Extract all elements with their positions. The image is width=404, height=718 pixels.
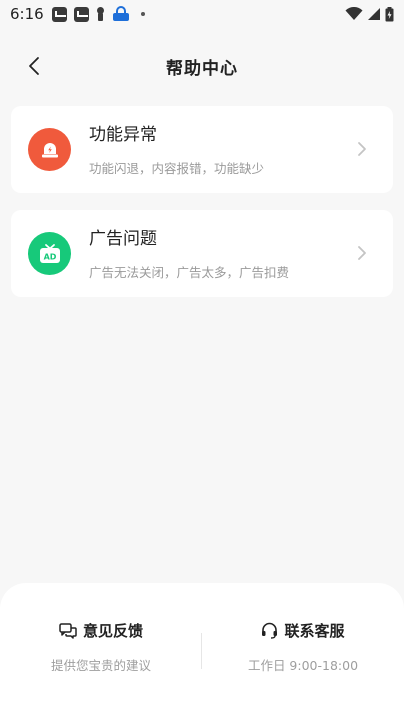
signal-icon — [368, 8, 380, 20]
chevron-right-icon — [358, 246, 366, 260]
feedback-subtitle: 提供您宝贵的建议 — [50, 658, 151, 673]
ad-tv-icon: AD — [39, 243, 60, 263]
card-title: 功能异常 — [89, 125, 157, 145]
page-title: 帮助中心 — [166, 58, 238, 79]
card-ad-issue[interactable]: AD 广告问题 广告无法关闭，广告太多，广告扣费 — [11, 210, 393, 297]
service-title: 联系客服 — [284, 622, 345, 640]
lock-app-icon — [112, 6, 130, 22]
mail-box-icon — [73, 6, 89, 22]
alert-bell-icon — [41, 142, 58, 157]
card-function-issue[interactable]: 功能异常 功能闪退，内容报错，功能缺少 — [11, 106, 393, 193]
header: 帮助中心 — [0, 46, 404, 86]
card-title: 广告问题 — [89, 229, 157, 249]
card-text: 广告问题 广告无法关闭，广告太多，广告扣费 — [89, 226, 289, 281]
card-icon-circle — [28, 128, 71, 171]
card-text: 功能异常 功能闪退，内容报错，功能缺少 — [89, 122, 264, 177]
wifi-icon — [345, 7, 363, 20]
divider — [201, 633, 202, 669]
svg-text:AD: AD — [43, 252, 56, 261]
status-bar: 6:16 — [0, 0, 404, 28]
chat-bubbles-icon — [59, 622, 77, 639]
service-title-row: 联系客服 — [261, 620, 345, 641]
help-center-screen: 6:16 帮助中心 功能异常 功能闪退，内容报错，功能缺少 AD 广告问题 广告… — [0, 0, 404, 718]
bottom-panel: 意见反馈 提供您宝贵的建议 联系客服 工作日 9:00-18:00 — [0, 583, 404, 718]
dot-icon — [140, 12, 145, 16]
feedback-title: 意见反馈 — [82, 622, 143, 640]
card-subtitle: 功能闪退，内容报错，功能缺少 — [89, 161, 265, 176]
system-icons — [345, 6, 394, 22]
headset-icon — [262, 622, 278, 639]
card-icon-circle: AD — [28, 232, 71, 275]
feedback-button[interactable]: 意见反馈 提供您宝贵的建议 — [0, 583, 202, 718]
notification-icons — [51, 6, 145, 22]
person-icon — [96, 7, 105, 21]
chevron-right-icon — [358, 142, 366, 156]
feedback-title-row: 意见反馈 — [59, 620, 143, 641]
chevron-left-icon — [29, 57, 39, 75]
battery-icon — [385, 6, 394, 21]
contact-service-button[interactable]: 联系客服 工作日 9:00-18:00 — [202, 583, 404, 718]
card-subtitle: 广告无法关闭，广告太多，广告扣费 — [89, 265, 290, 280]
service-subtitle: 工作日 9:00-18:00 — [247, 658, 359, 673]
status-time: 6:16 — [10, 5, 44, 23]
back-button[interactable] — [20, 52, 48, 80]
mail-box-icon — [51, 6, 67, 22]
